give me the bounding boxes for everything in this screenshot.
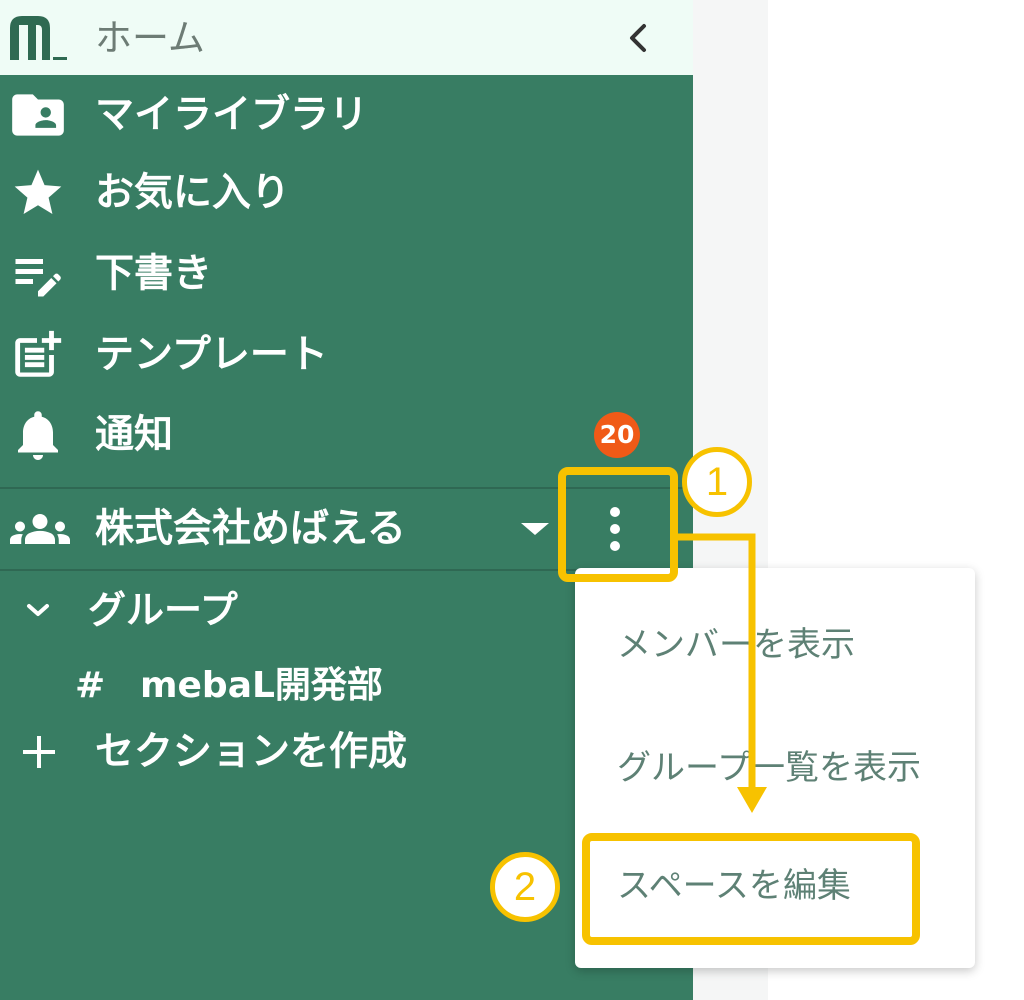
menu-item-edit-space[interactable]: スペースを編集 (575, 827, 975, 945)
caret-down-icon[interactable] (521, 523, 549, 535)
space-selector[interactable]: 株式会社めばえる (0, 490, 693, 568)
app-logo-icon (8, 14, 68, 62)
divider (0, 487, 693, 489)
group-icon (10, 499, 70, 559)
create-section-label: セクションを作成 (95, 729, 408, 775)
sidebar-item-label: マイライブラリ (95, 92, 369, 138)
hash-prefix: # (75, 665, 106, 706)
menu-item-label: グループ一覧を表示 (617, 748, 921, 788)
bell-icon (8, 405, 68, 465)
draft-icon (8, 244, 68, 304)
space-context-menu: メンバーを表示 グループ一覧を表示 スペースを編集 (575, 568, 975, 968)
menu-item-label: メンバーを表示 (617, 625, 855, 665)
step-number-2: 2 (490, 852, 560, 922)
sidebar-item-label: 下書き (95, 251, 213, 297)
groups-section-label: グループ (88, 588, 238, 632)
plus-icon (21, 734, 57, 770)
step-number-1: 1 (682, 447, 752, 517)
menu-item-label: スペースを編集 (617, 866, 851, 906)
menu-item-view-members[interactable]: メンバーを表示 (575, 586, 975, 704)
space-name: 株式会社めばえる (95, 506, 406, 552)
sidebar-item-notifications[interactable]: 通知 20 (0, 397, 693, 473)
more-vert-icon[interactable] (605, 506, 625, 552)
chevron-down-icon (26, 603, 50, 617)
sidebar-item-favorites[interactable]: お気に入り (0, 155, 693, 231)
sidebar-item-label: お気に入り (95, 170, 291, 216)
sidebar-home-row[interactable]: ホーム (0, 0, 693, 75)
group-item-name: mebaL開発部 (140, 665, 383, 706)
notification-count-badge: 20 (594, 412, 640, 458)
menu-item-view-groups[interactable]: グループ一覧を表示 (575, 709, 975, 827)
sidebar-item-label: テンプレート (95, 332, 328, 378)
library-icon (7, 84, 69, 146)
sidebar-item-label: 通知 (95, 412, 174, 458)
star-icon (10, 165, 66, 221)
sidebar-item-templates[interactable]: テンプレート (0, 317, 693, 393)
sidebar-item-my-library[interactable]: マイライブラリ (0, 77, 693, 153)
home-label: ホーム (95, 16, 205, 59)
sidebar-item-drafts[interactable]: 下書き (0, 236, 693, 312)
chevron-left-icon[interactable] (620, 18, 656, 58)
template-icon (8, 326, 66, 384)
